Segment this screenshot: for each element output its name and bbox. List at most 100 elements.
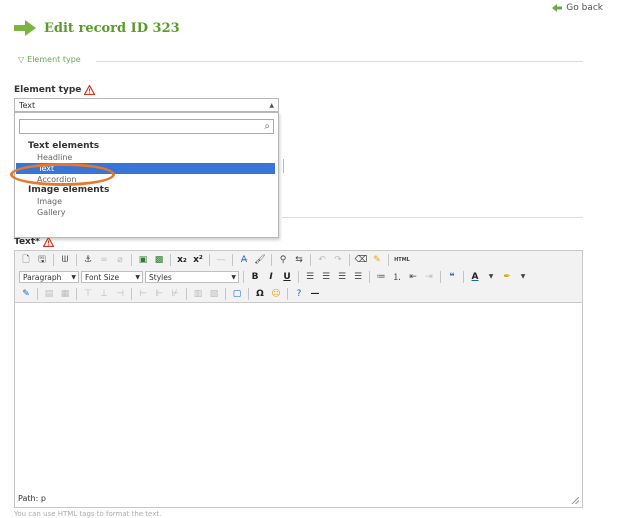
outdent-icon[interactable]: ⇤ xyxy=(406,270,420,283)
unlink-icon[interactable]: ⌀ xyxy=(113,253,127,266)
dropdown-search-input[interactable]: ⌕ xyxy=(19,119,274,134)
find-icon[interactable]: ⚲ xyxy=(276,253,290,266)
edit-image-icon[interactable]: ✎ xyxy=(19,287,33,300)
fullscreen-icon[interactable]: ▢ xyxy=(230,287,244,300)
spellcheck-icon[interactable]: ᗯ xyxy=(58,253,72,266)
paragraph-select[interactable]: Paragraph ▼ xyxy=(19,270,79,283)
subscript-icon[interactable]: x₂ xyxy=(175,253,189,266)
emoticon-icon[interactable]: ☺ xyxy=(269,287,283,300)
redo-icon[interactable]: ↷ xyxy=(331,253,345,266)
toolbar-separator xyxy=(131,287,132,300)
toolbar-separator xyxy=(170,253,171,266)
split-cells-icon[interactable]: ▥ xyxy=(191,287,205,300)
underline-icon[interactable]: U xyxy=(280,270,294,283)
rich-text-editor: 🗋 🖫 ᗯ ⚓ ∞ ⌀ ▣ ▩ x₂ x² — A̶ 🖌 ⚲ ⇆ ↶ ↷ ⌫ ✎… xyxy=(14,250,583,508)
bullet-list-icon[interactable]: ≔ xyxy=(374,270,388,283)
editor-content-area[interactable] xyxy=(15,303,582,491)
align-left-icon[interactable]: ☰ xyxy=(303,270,317,283)
go-back-label: Go back xyxy=(566,3,603,13)
delete-col-icon[interactable]: ⊬ xyxy=(168,287,182,300)
highlight-color-icon[interactable]: ✒ xyxy=(500,270,514,283)
page-title: Edit record ID 323 xyxy=(14,20,180,36)
toolbar-separator xyxy=(298,270,299,283)
option-image[interactable]: Image xyxy=(15,196,278,207)
element-type-label-text: Element type xyxy=(14,85,82,95)
section-divider-2 xyxy=(282,217,583,218)
toolbar-separator xyxy=(463,270,464,283)
toolbar-separator xyxy=(310,253,311,266)
toolbar-separator xyxy=(440,270,441,283)
link-icon[interactable]: ∞ xyxy=(97,253,111,266)
element-type-label: Element type xyxy=(14,85,96,95)
option-headline[interactable]: Headline xyxy=(15,152,278,163)
search-icon: ⌕ xyxy=(264,121,270,132)
toolbar-separator xyxy=(271,253,272,266)
toolbar-separator xyxy=(209,253,210,266)
section-legend-label: Element type xyxy=(27,55,81,64)
blockquote-icon[interactable]: ❝ xyxy=(445,270,459,283)
indent-icon[interactable]: ⇥ xyxy=(422,270,436,283)
option-group-image-elements: Image elements xyxy=(28,185,110,195)
back-arrow-icon xyxy=(552,4,563,12)
styles-select-value: Styles xyxy=(149,272,172,282)
numbered-list-icon[interactable]: ⒈ xyxy=(390,270,404,283)
font-size-select[interactable]: Font Size ▼ xyxy=(81,270,143,283)
special-char-icon[interactable]: Ω xyxy=(253,287,267,300)
text-field-hint: You can use HTML tags to format the text… xyxy=(14,510,162,518)
row-after-icon[interactable]: ⊥ xyxy=(97,287,111,300)
caret-down-icon: ▼ xyxy=(135,273,140,281)
highlight-color-dropdown-icon[interactable]: ▼ xyxy=(516,270,530,283)
styles-select[interactable]: Styles ▼ xyxy=(145,270,239,283)
row-before-icon[interactable]: ⊤ xyxy=(81,287,95,300)
table-icon[interactable]: ▤ xyxy=(42,287,56,300)
toolbar-separator xyxy=(349,253,350,266)
align-right-icon[interactable]: ☰ xyxy=(335,270,349,283)
col-before-icon[interactable]: ⊢ xyxy=(136,287,150,300)
toolbar-separator xyxy=(388,253,389,266)
warning-icon xyxy=(42,237,54,247)
caret-up-icon: ▲ xyxy=(269,102,274,109)
horizontal-rule-icon[interactable]: — xyxy=(214,253,228,266)
horizontal-line-icon[interactable]: — xyxy=(308,287,322,300)
insert-media-icon[interactable]: ▩ xyxy=(152,253,166,266)
marker-icon[interactable]: ✎ xyxy=(370,253,384,266)
remove-format-icon[interactable]: A̶ xyxy=(237,253,251,266)
help-icon[interactable]: ? xyxy=(292,287,306,300)
toolbar-separator xyxy=(76,287,77,300)
toolbar-separator xyxy=(37,287,38,300)
page-title-text: Edit record ID 323 xyxy=(44,20,180,36)
replace-icon[interactable]: ⇆ xyxy=(292,253,306,266)
delete-row-icon[interactable]: ⊣ xyxy=(113,287,127,300)
toolbar-separator xyxy=(53,253,54,266)
merge-cells-icon[interactable]: ▧ xyxy=(207,287,221,300)
text-color-icon[interactable]: A xyxy=(468,270,482,283)
html-source-button[interactable]: HTML xyxy=(393,253,411,266)
align-justify-icon[interactable]: ☰ xyxy=(351,270,365,283)
caret-down-icon: ▼ xyxy=(71,273,76,281)
bold-icon[interactable]: B xyxy=(248,270,262,283)
element-type-select[interactable]: Text ▲ xyxy=(14,98,279,112)
editor-path: Path: p xyxy=(18,494,46,503)
table-props-icon[interactable]: ▦ xyxy=(58,287,72,300)
superscript-icon[interactable]: x² xyxy=(191,253,205,266)
align-center-icon[interactable]: ☰ xyxy=(319,270,333,283)
undo-icon[interactable]: ↶ xyxy=(315,253,329,266)
text-color-dropdown-icon[interactable]: ▼ xyxy=(484,270,498,283)
insert-image-icon[interactable]: ▣ xyxy=(136,253,150,266)
text-field-label: Text* xyxy=(14,237,54,247)
new-document-icon[interactable]: 🗋 xyxy=(19,253,33,266)
toolbar-separator xyxy=(232,253,233,266)
anchor-icon[interactable]: ⚓ xyxy=(81,253,95,266)
forward-arrow-icon xyxy=(14,20,36,36)
go-back-link[interactable]: Go back xyxy=(552,3,603,13)
eraser-icon[interactable]: ⌫ xyxy=(354,253,368,266)
paragraph-select-value: Paragraph xyxy=(23,272,62,282)
col-after-icon[interactable]: ⊩ xyxy=(152,287,166,300)
option-gallery[interactable]: Gallery xyxy=(15,207,278,218)
italic-icon[interactable]: I xyxy=(264,270,278,283)
resize-handle-icon[interactable] xyxy=(572,497,579,504)
warning-icon xyxy=(84,85,96,95)
save-icon[interactable]: 🖫 xyxy=(35,253,49,266)
cleanup-icon[interactable]: 🖌 xyxy=(253,253,267,266)
section-legend-element-type[interactable]: ▽ Element type xyxy=(18,55,81,64)
